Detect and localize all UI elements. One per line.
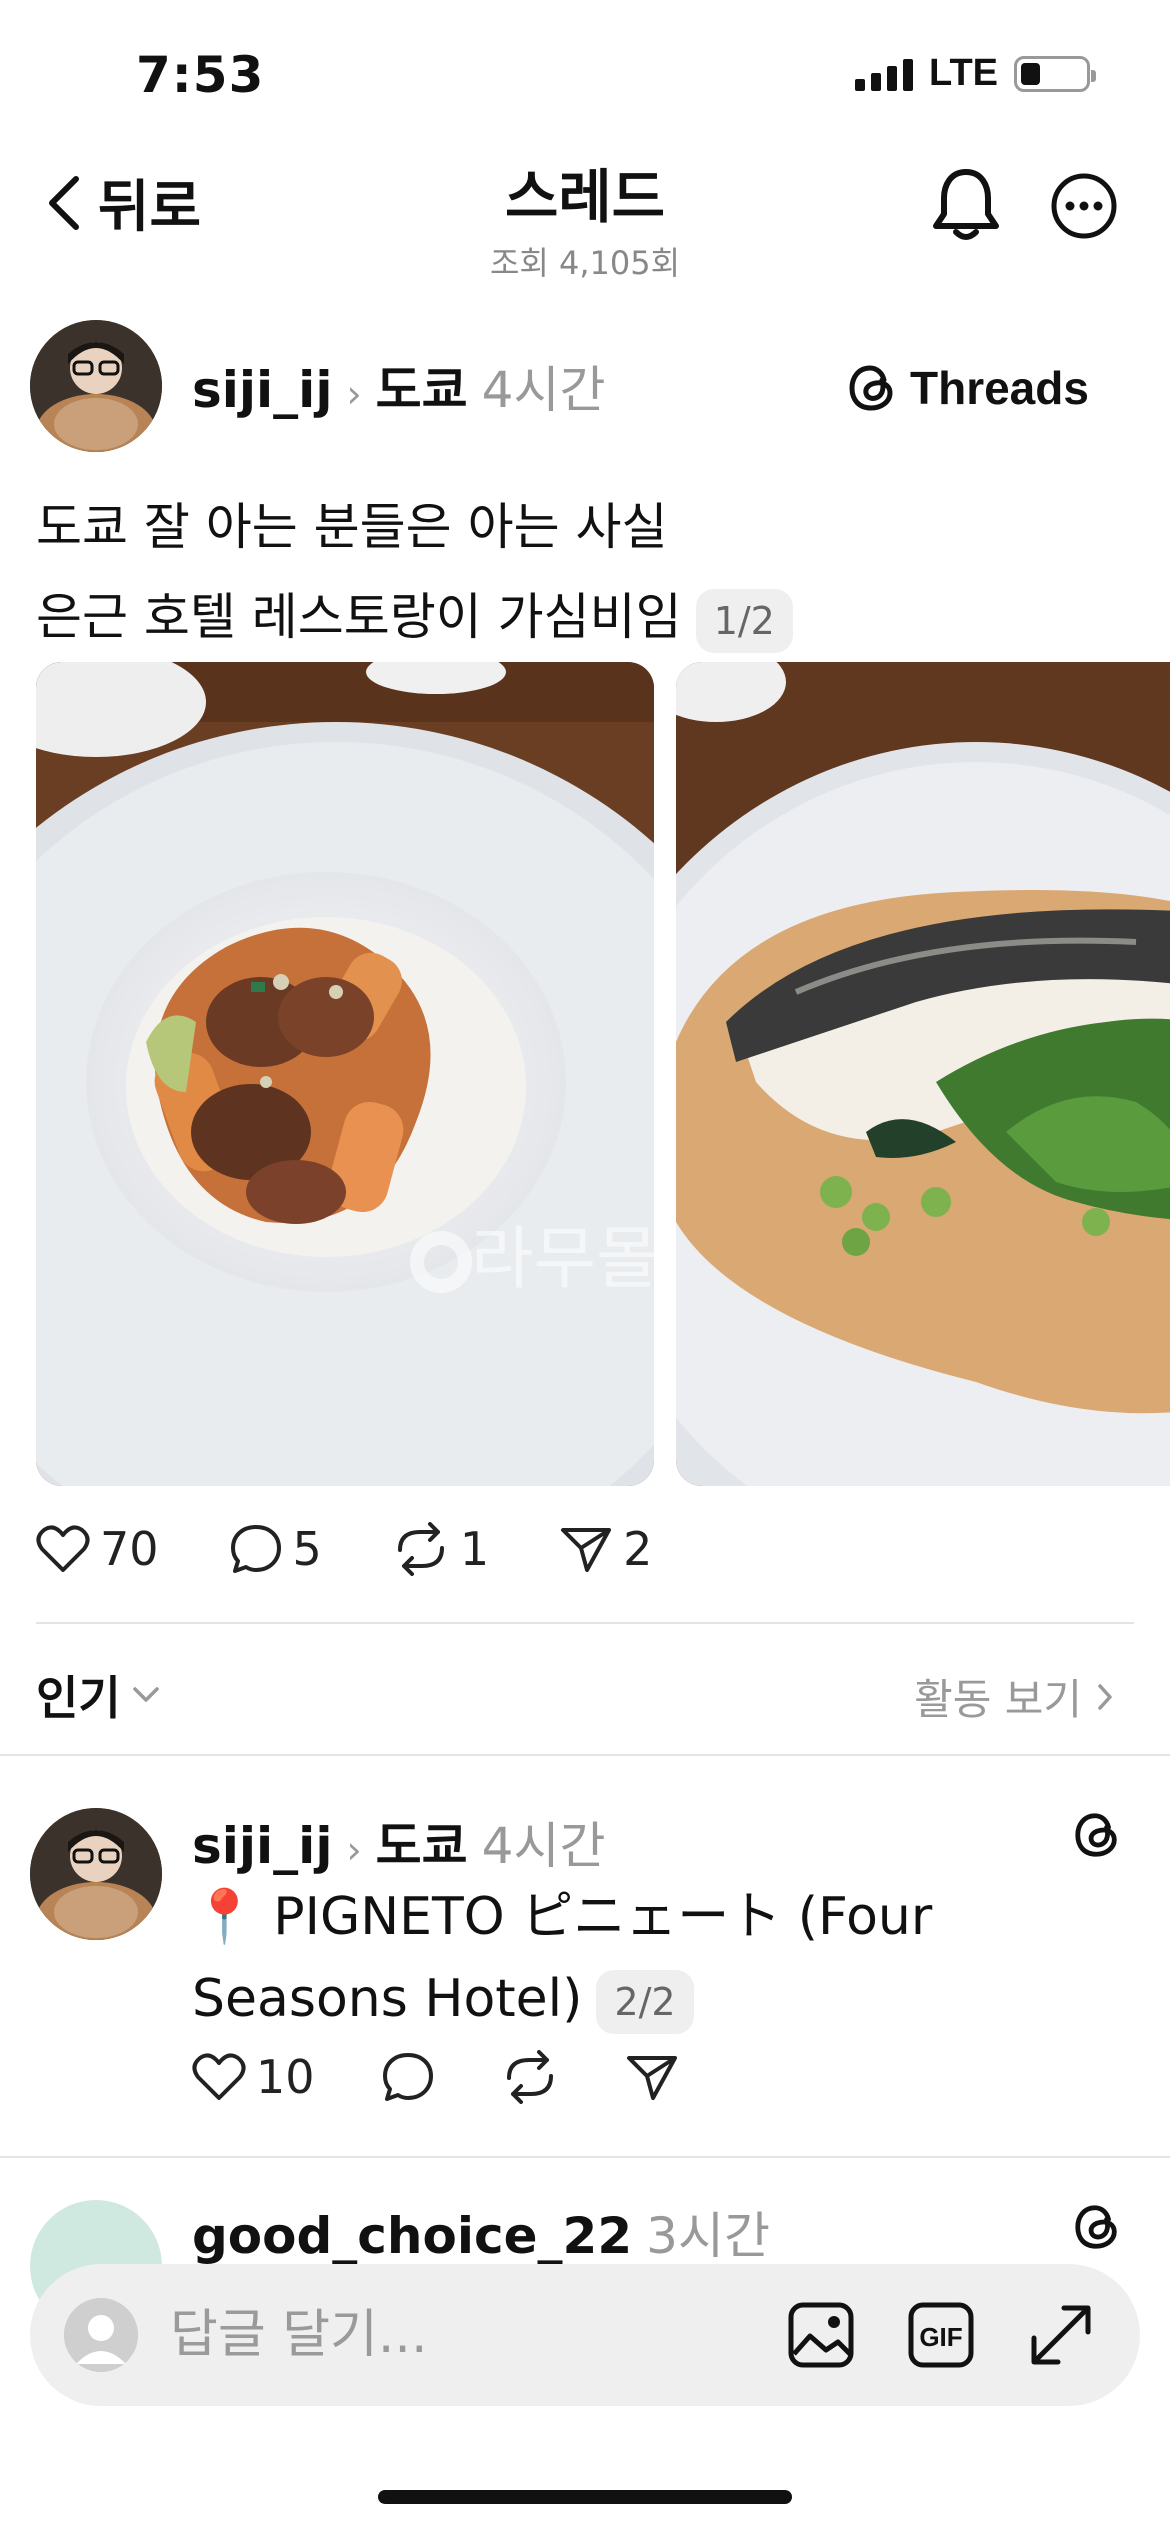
like-button[interactable]: 10	[192, 2050, 315, 2104]
repost-count: 1	[459, 1522, 490, 1576]
signal-icon	[855, 57, 914, 91]
like-count: 70	[100, 1522, 159, 1576]
post-actions: 70 5 1 2	[36, 1522, 722, 1576]
reply-text-line: Seasons Hotel)	[192, 1969, 583, 2029]
comment-count: 5	[292, 1522, 322, 1576]
send-icon	[561, 1528, 612, 1572]
image-carousel[interactable]: 라무몰	[36, 662, 1170, 1486]
sort-row: 인기 활동 보기	[36, 1656, 1134, 1726]
post-text-line: 도쿄 잘 아는 분들은 아는 사실	[36, 498, 668, 556]
like-count: 10	[256, 2050, 315, 2104]
divider	[36, 1622, 1134, 1624]
svg-text:GIF: GIF	[919, 2322, 962, 2352]
threads-icon	[1075, 2205, 1117, 2249]
username[interactable]: good_choice_22	[192, 2207, 632, 2265]
share-button[interactable]: 2	[559, 1522, 652, 1576]
reply-input[interactable]	[170, 2300, 730, 2370]
post-text-line: 은근 호텔 레스토랑이 가심비임	[36, 588, 682, 646]
threads-label: Threads	[910, 362, 1089, 414]
chevron-right-icon: ›	[346, 372, 362, 416]
reply-time: 3시간	[646, 2207, 770, 2265]
comment-icon	[382, 2053, 433, 2101]
sort-dropdown[interactable]: 인기	[36, 1662, 161, 1728]
post-header: siji_ij › 도쿄 4시간 Threads	[0, 320, 1170, 460]
avatar[interactable]	[30, 320, 162, 452]
image-icon	[788, 2302, 854, 2368]
divider	[0, 2156, 1170, 2158]
watermark: 라무몰	[471, 1220, 654, 1299]
battery-icon	[1014, 55, 1096, 92]
home-indicator	[378, 2490, 792, 2504]
like-button[interactable]: 70	[36, 1522, 159, 1576]
activity-label: 활동 보기	[914, 1675, 1082, 1724]
network-label: LTE	[929, 52, 998, 94]
reply-meta: good_choice_22 3시간	[192, 2196, 770, 2268]
avatar-image	[30, 320, 162, 452]
share-button[interactable]	[625, 2052, 679, 2102]
reply-text-line: 📍 PIGNETO ピニェート (Four	[192, 1887, 933, 1947]
more-options-button[interactable]	[1050, 172, 1118, 244]
chevron-right-icon: ›	[346, 1828, 362, 1872]
battery-level	[1021, 62, 1040, 85]
threads-link[interactable]: Threads	[846, 360, 1089, 416]
reply-compose-bar: GIF	[30, 2264, 1140, 2406]
reply-item: siji_ij › 도쿄 4시간 📍 PIGNETO ピニェート (Four S…	[0, 1800, 1170, 2150]
threads-link[interactable]	[1072, 2200, 1122, 2258]
topic-tag[interactable]: 도쿄	[376, 1806, 468, 1878]
username[interactable]: siji_ij	[192, 1817, 332, 1875]
reply-meta: siji_ij › 도쿄 4시간	[192, 1806, 605, 1878]
reply-time: 4시간	[481, 1817, 606, 1875]
gif-button[interactable]: GIF	[906, 2300, 976, 2374]
attach-image-button[interactable]	[786, 2300, 856, 2374]
repost-icon	[506, 2050, 553, 2104]
top-nav: 뒤로 스레드 조회 4,105회	[0, 150, 1170, 300]
avatar[interactable]	[30, 1808, 162, 1940]
heart-icon	[36, 1525, 90, 1572]
username[interactable]: siji_ij	[192, 361, 332, 419]
heart-icon	[192, 2053, 246, 2100]
ellipsis-circle-icon	[1051, 173, 1117, 239]
threads-link[interactable]	[1072, 1808, 1122, 1866]
photo-pasta[interactable]: 라무몰	[36, 662, 654, 1486]
repost-button[interactable]: 1	[392, 1522, 489, 1576]
status-bar: 7:53 LTE	[0, 0, 1170, 150]
chevron-right-icon	[1098, 1683, 1112, 1710]
photo-fish[interactable]	[676, 662, 1170, 1486]
share-count: 2	[623, 1522, 653, 1576]
bell-icon	[933, 169, 999, 240]
send-icon	[626, 2056, 677, 2100]
post-body: 도쿄 잘 아는 분들은 아는 사실 은근 호텔 레스토랑이 가심비임 1/2	[36, 482, 1136, 662]
post-time: 4시간	[481, 361, 606, 419]
status-time: 7:53	[136, 46, 265, 104]
repost-icon	[397, 1522, 444, 1576]
gif-icon: GIF	[908, 2302, 974, 2368]
comment-button[interactable]: 5	[229, 1522, 322, 1576]
expand-icon	[1031, 2305, 1091, 2365]
threads-icon	[1075, 1813, 1117, 1857]
divider	[0, 1754, 1170, 1756]
page-badge: 1/2	[695, 588, 793, 653]
sort-label: 인기	[36, 1671, 121, 1725]
page-badge: 2/2	[596, 1970, 694, 2034]
repost-button[interactable]	[501, 2050, 559, 2104]
status-indicators: LTE	[855, 52, 1096, 95]
view-activity-link[interactable]: 활동 보기	[914, 1666, 1114, 1727]
expand-button[interactable]	[1026, 2300, 1096, 2374]
avatar-image	[30, 1808, 162, 1940]
reply-body: 📍 PIGNETO ピニェート (Four Seasons Hotel) 2/2	[192, 1876, 1092, 2040]
comment-button[interactable]	[381, 2051, 435, 2103]
topic-tag[interactable]: 도쿄	[376, 350, 468, 422]
reply-actions: 10	[192, 2050, 745, 2104]
chevron-down-icon	[132, 1687, 159, 1702]
user-avatar-icon	[64, 2298, 138, 2372]
post-meta: siji_ij › 도쿄 4시간	[192, 350, 605, 422]
notifications-button[interactable]	[930, 164, 1002, 248]
threads-icon	[849, 365, 893, 411]
comment-icon	[230, 1525, 281, 1573]
